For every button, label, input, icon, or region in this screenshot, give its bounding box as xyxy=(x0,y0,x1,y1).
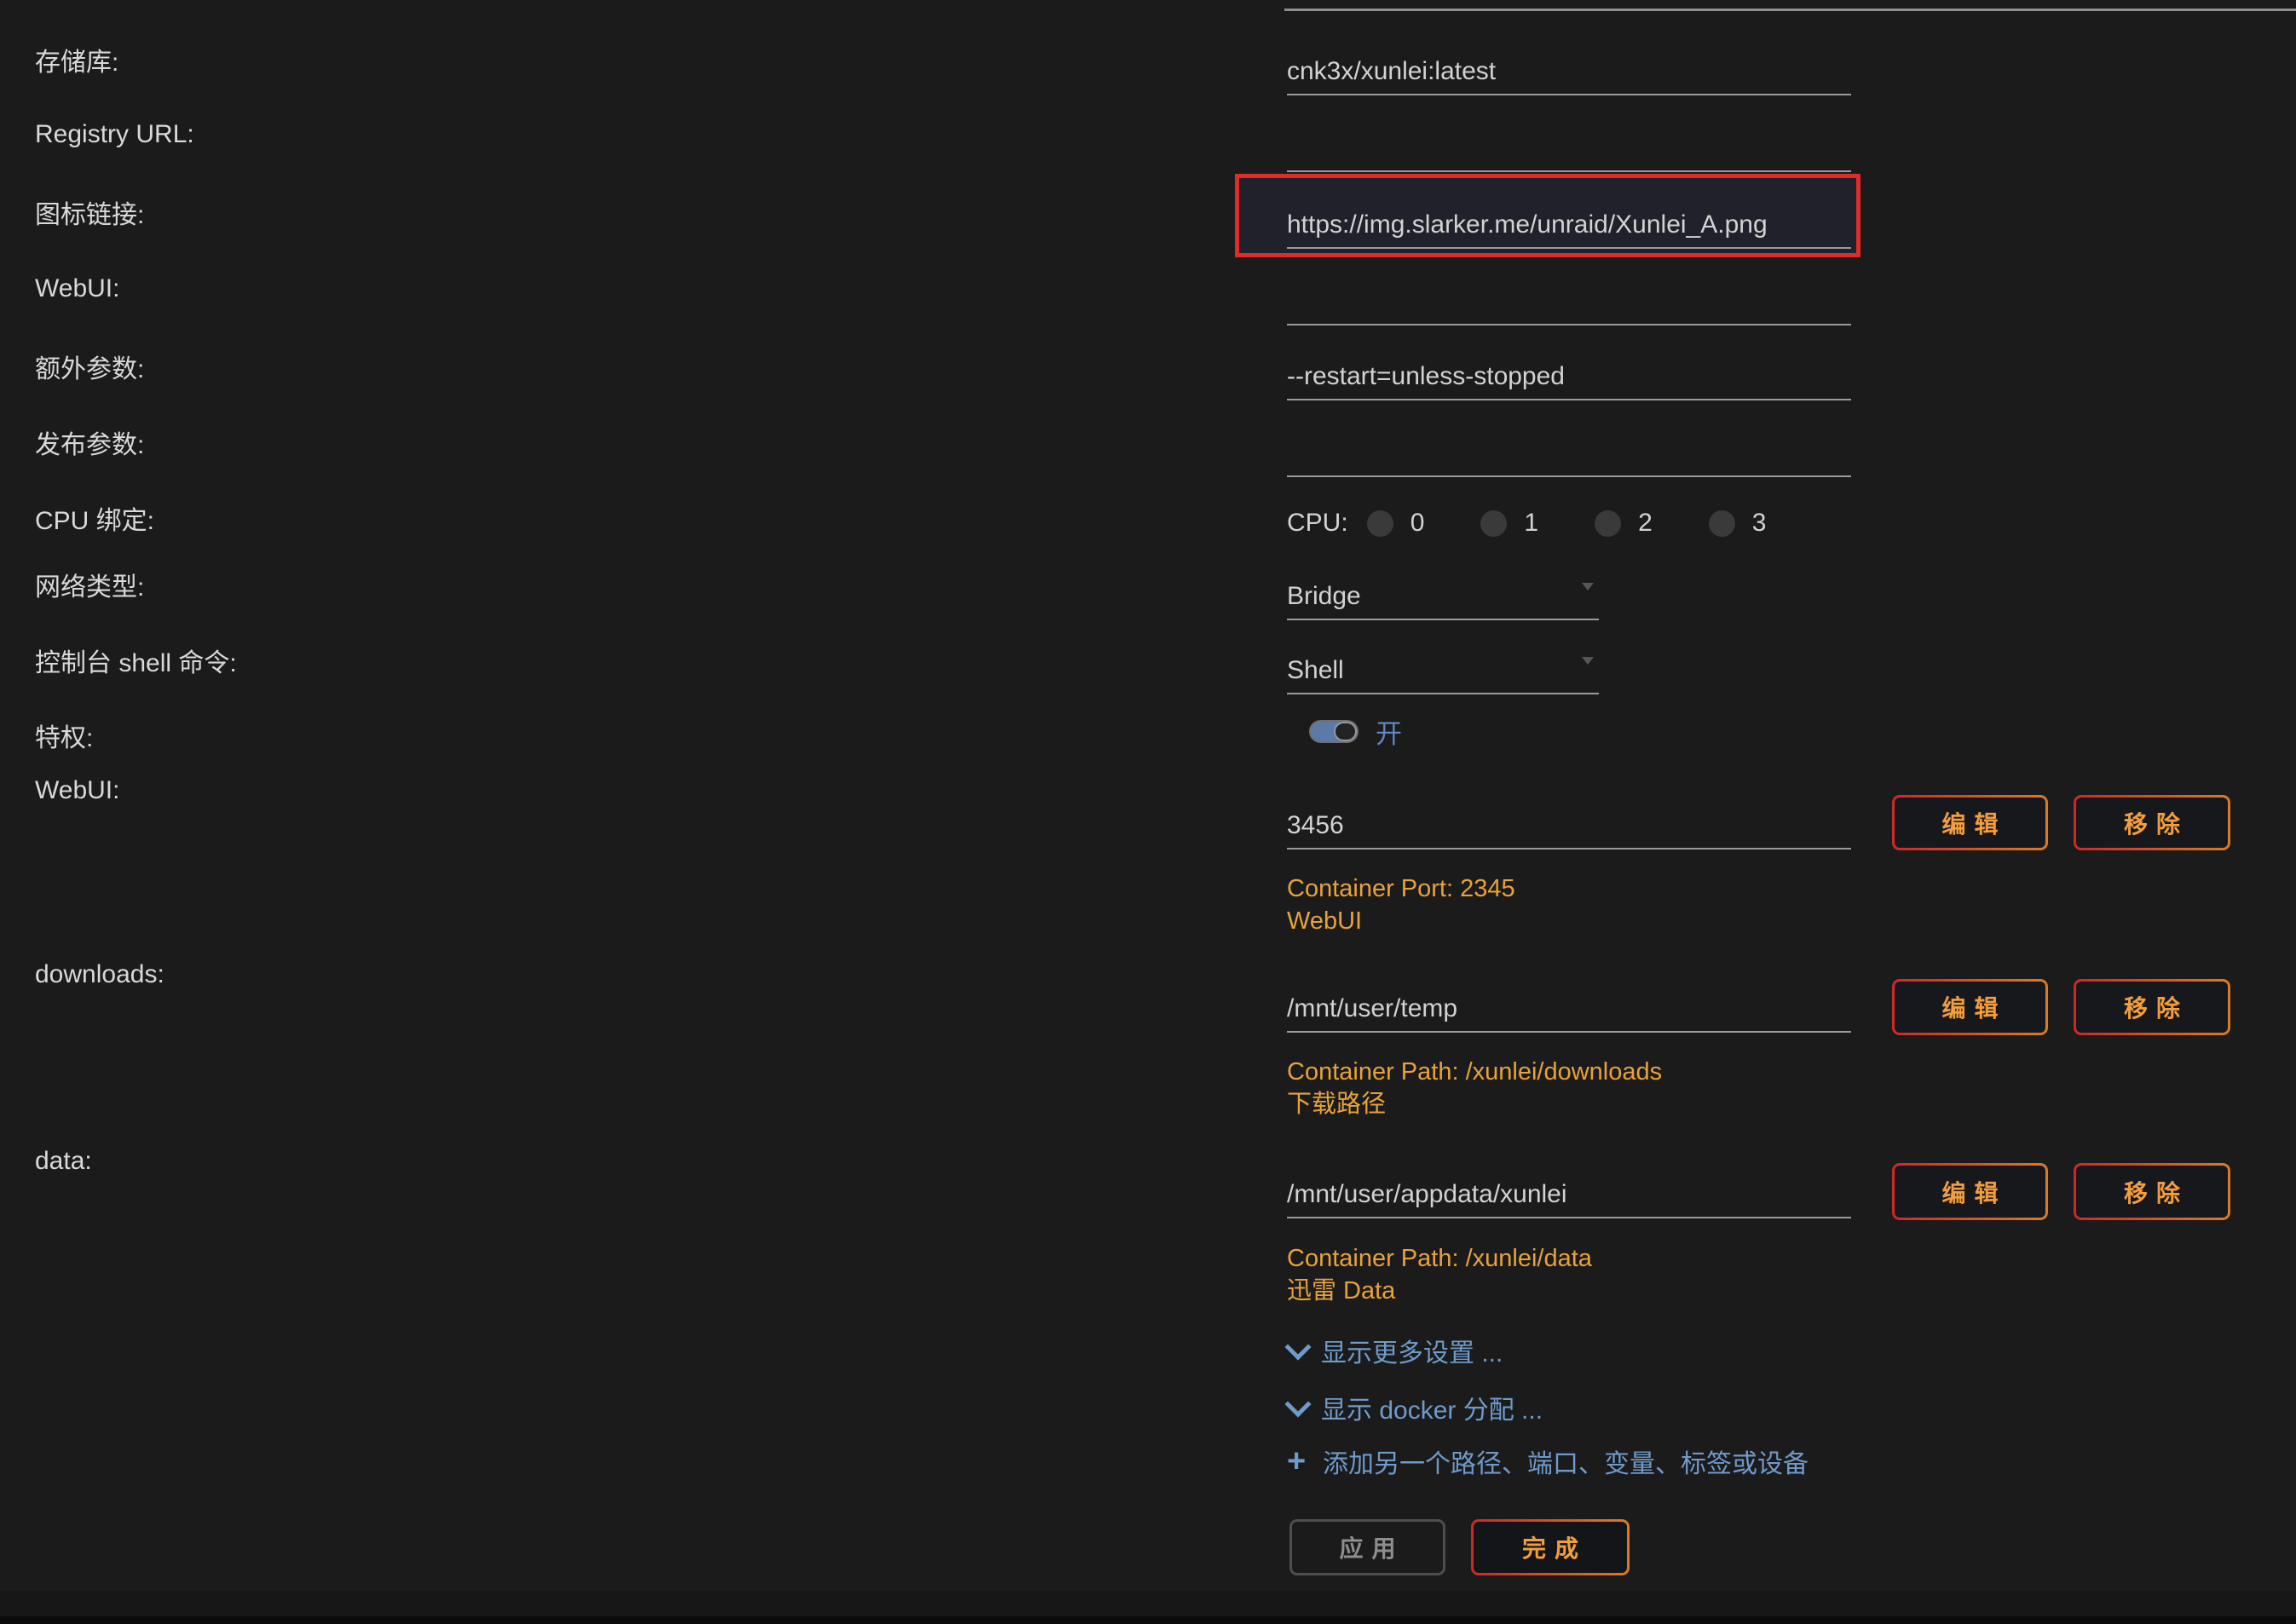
field-label-icon-url: 图标链接: xyxy=(35,195,144,229)
downloads-note-line1: Container Path: /xunlei/downloads xyxy=(1287,1056,1662,1088)
cpu-row-label: CPU: xyxy=(1287,509,1348,538)
downloads-path-input[interactable]: /mnt/user/temp xyxy=(1287,987,1851,1033)
cpu-option-3[interactable]: 3 xyxy=(1709,509,1767,538)
cpu-option-3-label: 3 xyxy=(1752,509,1767,538)
show-docker-allocation-label: 显示 docker 分配 ... xyxy=(1321,1389,1543,1426)
field-label-cpu-pinning: CPU 绑定: xyxy=(35,501,154,535)
toggle-knob xyxy=(1334,722,1357,741)
edit-data-button[interactable]: 编辑 xyxy=(1892,1163,2048,1220)
registry-url-input[interactable] xyxy=(1287,126,1851,172)
cpu-checkbox-1[interactable] xyxy=(1480,510,1507,537)
apply-button[interactable]: 应用 xyxy=(1289,1519,1445,1575)
data-note: Container Path: /xunlei/data 迅雷 Data xyxy=(1287,1242,1592,1307)
field-label-repository: 存储库: xyxy=(35,43,118,77)
chevron-down-icon xyxy=(1284,1391,1311,1417)
webui-port-input[interactable]: 3456 xyxy=(1287,803,1851,849)
remove-downloads-button[interactable]: 移除 xyxy=(2074,979,2230,1035)
data-note-line1: Container Path: /xunlei/data xyxy=(1287,1242,1592,1275)
icon-url-input[interactable]: https://img.slarker.me/unraid/Xunlei_A.p… xyxy=(1287,203,1851,249)
docker-container-edit-page: 存储库: Registry URL: 图标链接: WebUI: 额外参数: 发布… xyxy=(0,0,2296,1624)
add-another-label: 添加另一个路径、端口、变量、标签或设备 xyxy=(1323,1443,1809,1480)
bottom-taskbar xyxy=(0,1616,2296,1624)
field-label-data: data: xyxy=(35,1144,92,1178)
show-more-settings-link[interactable]: 显示更多设置 ... xyxy=(1287,1336,1503,1365)
console-shell-value: Shell xyxy=(1287,656,1344,685)
top-divider xyxy=(1284,9,2296,11)
footer-band xyxy=(0,1591,2296,1616)
add-another-link[interactable]: 添加另一个路径、端口、变量、标签或设备 xyxy=(1287,1447,1809,1476)
field-label-publish-params: 发布参数: xyxy=(35,425,144,459)
cpu-option-1[interactable]: 1 xyxy=(1480,509,1538,538)
publish-params-input[interactable] xyxy=(1287,431,1851,477)
done-button[interactable]: 完成 xyxy=(1471,1519,1630,1575)
dropdown-caret-icon xyxy=(1582,657,1594,665)
network-type-select[interactable]: Bridge xyxy=(1287,574,1599,620)
edit-downloads-button[interactable]: 编辑 xyxy=(1892,979,2048,1035)
cpu-checkbox-0[interactable] xyxy=(1367,510,1393,537)
field-label-extra-params: 额外参数: xyxy=(35,349,144,383)
port-note-line1: Container Port: 2345 xyxy=(1287,872,1515,905)
console-shell-select[interactable]: Shell xyxy=(1287,648,1599,694)
cpu-option-2[interactable]: 2 xyxy=(1595,509,1653,538)
network-type-value: Bridge xyxy=(1287,582,1361,611)
data-note-line2: 迅雷 Data xyxy=(1287,1275,1592,1307)
edit-port-button[interactable]: 编辑 xyxy=(1892,795,2048,850)
port-note-line2: WebUI xyxy=(1287,905,1515,937)
field-label-webui: WebUI: xyxy=(35,272,119,306)
field-label-privileged: 特权: xyxy=(35,718,93,752)
plus-icon xyxy=(1287,1443,1312,1480)
cpu-option-1-label: 1 xyxy=(1524,509,1538,538)
extra-params-input[interactable]: --restart=unless-stopped xyxy=(1287,354,1851,400)
cpu-pinning-row: CPU: 0 1 2 3 xyxy=(1287,507,1822,539)
field-label-registry-url: Registry URL: xyxy=(35,118,194,152)
data-path-input[interactable]: /mnt/user/appdata/xunlei xyxy=(1287,1172,1851,1218)
privileged-toggle-state: 开 xyxy=(1376,716,1402,746)
show-docker-allocation-link[interactable]: 显示 docker 分配 ... xyxy=(1287,1393,1543,1422)
field-label-webui-port: WebUI: xyxy=(35,774,119,808)
cpu-option-0-label: 0 xyxy=(1410,509,1425,538)
show-more-settings-label: 显示更多设置 ... xyxy=(1321,1332,1503,1369)
webui-template-input[interactable] xyxy=(1287,279,1851,325)
field-label-downloads: downloads: xyxy=(35,958,164,992)
chevron-down-icon xyxy=(1284,1333,1311,1360)
remove-data-button[interactable]: 移除 xyxy=(2074,1163,2230,1220)
field-label-console-shell: 控制台 shell 命令: xyxy=(35,643,237,677)
remove-port-button[interactable]: 移除 xyxy=(2074,795,2230,850)
cpu-option-0[interactable]: 0 xyxy=(1367,509,1425,538)
repository-input[interactable]: cnk3x/xunlei:latest xyxy=(1287,49,1851,95)
downloads-note: Container Path: /xunlei/downloads 下载路径 xyxy=(1287,1056,1662,1120)
port-note: Container Port: 2345 WebUI xyxy=(1287,872,1515,937)
field-label-network-type: 网络类型: xyxy=(35,567,144,602)
dropdown-caret-icon xyxy=(1582,583,1594,590)
cpu-option-2-label: 2 xyxy=(1638,509,1653,538)
downloads-note-line2: 下载路径 xyxy=(1287,1088,1662,1120)
privileged-toggle[interactable] xyxy=(1309,720,1359,743)
cpu-checkbox-3[interactable] xyxy=(1709,510,1735,537)
cpu-checkbox-2[interactable] xyxy=(1595,510,1621,537)
